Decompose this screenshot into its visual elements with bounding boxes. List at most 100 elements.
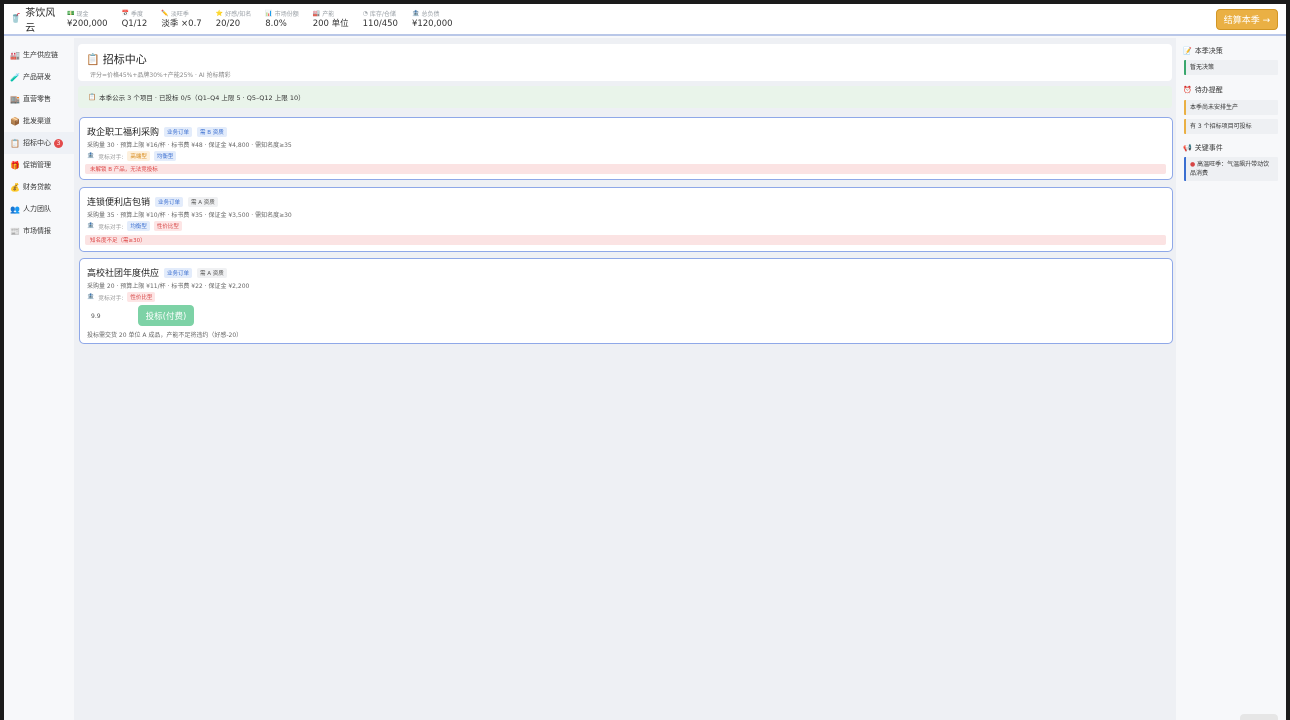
- section-title-text: 本季决策: [1194, 47, 1223, 55]
- sidebar-item-hr[interactable]: 👥 人力团队: [4, 198, 74, 220]
- bid-meta: 采购量 35 · 预算上限 ¥10/杯 · 标书费 ¥35 · 保证金 ¥3,5…: [87, 212, 292, 219]
- sidebar: 🏭 生产供应链 🧪 产品研发 🏬 直营零售 📦 批发渠道 📋 招标中心 3 🎁 …: [4, 38, 74, 720]
- shop-icon: 🏬: [10, 94, 20, 104]
- sidebar-item-wholesale[interactable]: 📦 批发渠道: [4, 110, 74, 132]
- tag-order-type: 业务订单: [164, 126, 193, 137]
- stat-inventory: ◔ 库存/仓储 110/450: [363, 9, 398, 30]
- bid-name: 高校社团年度供应: [87, 269, 160, 279]
- box-icon: 📦: [10, 116, 20, 126]
- competitor-row: 🏦 竞标对手: 性价比型: [87, 292, 156, 302]
- tag-requirement: 需 A 资质: [197, 267, 227, 278]
- clock-icon: ⏰: [1183, 86, 1192, 94]
- sidebar-item-market-intel[interactable]: 📰 市场情报: [4, 220, 74, 242]
- fire-icon: ●: [1190, 161, 1196, 168]
- competitor-tag: 高端型: [127, 151, 150, 161]
- end-season-button[interactable]: 结算本季 →: [1216, 9, 1278, 30]
- bid-title-row: 高校社团年度供应 业务订单 需 A 资质: [87, 266, 227, 279]
- stat-value: Q1/12: [121, 18, 148, 29]
- todo-item[interactable]: 有 3 个招标项目可投标: [1184, 119, 1278, 134]
- page-title-text: 招标中心: [102, 53, 147, 66]
- sidebar-item-label: 批发渠道: [23, 117, 51, 125]
- event-text: 高温旺季：气温飙升带动饮品消费: [1190, 161, 1270, 177]
- gauge-icon: ◔: [362, 9, 368, 17]
- stat-cash: 💵 现金 ¥200,000: [67, 9, 108, 30]
- main-content: 📋 招标中心 评分=价格45%+品牌30%+产能25% · AI 抢标精彩 📋 …: [74, 38, 1176, 720]
- sidebar-item-retail[interactable]: 🏬 直营零售: [4, 88, 74, 110]
- sidebar-item-label: 人力团队: [23, 205, 51, 213]
- stat-share: 📊 市场份额 8.0%: [265, 9, 299, 30]
- competitor-label: 竞标对手:: [98, 154, 124, 161]
- sidebar-item-promotion[interactable]: 🎁 促销管理: [4, 154, 74, 176]
- stat-quarter: 📅 季度 Q1/12: [122, 9, 148, 30]
- megaphone-icon: 📢: [1183, 144, 1192, 152]
- bank-icon: 🏦: [87, 153, 95, 159]
- notice-bar: 📋 本季公示 3 个项目 · 已投标 0/5（Q1–Q4 上限 5 · Q5–Q…: [78, 86, 1172, 108]
- sidebar-item-label: 生产供应链: [23, 51, 58, 59]
- stat-favor: ⭐ 好感/知名 20/20: [216, 9, 252, 30]
- tag-order-type: 业务订单: [164, 267, 193, 278]
- sidebar-item-label: 财务贷款: [23, 183, 51, 191]
- stat-label: 季度: [131, 10, 144, 18]
- flask-icon: 🧪: [10, 72, 20, 82]
- stat-season: ✏️ 淡旺季 淡季 ×0.7: [161, 9, 201, 30]
- gift-icon: 🎁: [10, 160, 20, 170]
- bid-title-row: 连锁便利店包销 业务订单 需 A 资质: [87, 195, 218, 208]
- sidebar-item-label: 招标中心: [23, 139, 51, 147]
- sidebar-item-supply-chain[interactable]: 🏭 生产供应链: [4, 44, 74, 66]
- stat-label: 好感/知名: [225, 10, 252, 18]
- bid-card: 高校社团年度供应 业务订单 需 A 资质 采购量 20 · 预算上限 ¥11/杯…: [79, 258, 1173, 344]
- decision-item: 暂无决策: [1184, 60, 1278, 75]
- bid-name: 政企职工福利采购: [87, 128, 160, 138]
- stat-value: ¥200,000: [67, 18, 108, 29]
- notice-text: 本季公示 3 个项目 · 已投标 0/5（Q1–Q4 上限 5 · Q5–Q12…: [99, 94, 305, 102]
- event-item: ● 高温旺季：气温飙升带动饮品消费: [1184, 157, 1278, 181]
- app-title: 茶饮风云: [25, 8, 56, 34]
- sidebar-item-label: 促销管理: [23, 161, 51, 169]
- stat-label: 产能: [322, 10, 335, 18]
- sidebar-item-rnd[interactable]: 🧪 产品研发: [4, 66, 74, 88]
- sidebar-item-label: 产品研发: [23, 73, 51, 81]
- cash-icon: 💵: [67, 9, 75, 17]
- competitor-tag: 均衡型: [127, 221, 150, 231]
- chart-icon: 📊: [265, 9, 273, 17]
- competitor-row: 🏦 竞标对手: 高端型 均衡型: [87, 151, 177, 161]
- sidebar-item-label: 市场情报: [23, 227, 51, 235]
- people-icon: 👥: [10, 204, 20, 214]
- clipboard-icon: 📋: [88, 93, 97, 101]
- brand: 🥤 茶饮风云: [4, 4, 64, 34]
- section-title-text: 待办提醒: [1194, 86, 1223, 94]
- sidebar-item-label: 直营零售: [23, 95, 51, 103]
- competitor-tag: 均衡型: [153, 151, 177, 161]
- bid-price-input[interactable]: [87, 307, 135, 325]
- stat-debt: 🏦 总负债 ¥120,000: [412, 9, 453, 30]
- todo-section-title: ⏰ 待办提醒: [1183, 85, 1223, 95]
- competitor-row: 🏦 竞标对手: 均衡型 性价比型: [87, 221, 182, 231]
- star-icon: ⭐: [215, 9, 224, 17]
- decision-section-title: 📝 本季决策: [1183, 46, 1223, 56]
- window-corner-mark: [1240, 714, 1278, 720]
- stat-value: 110/450: [362, 18, 398, 29]
- submit-bid-button[interactable]: 投标(付费): [138, 305, 194, 326]
- todo-item[interactable]: 本季尚未安排生产: [1184, 100, 1278, 115]
- right-panel: 📝 本季决策 暂无决策 ⏰ 待办提醒 本季尚未安排生产 有 3 个招标项目可投标…: [1178, 38, 1286, 720]
- bid-name: 连锁便利店包销: [87, 198, 151, 208]
- bid-title-row: 政企职工福利采购 业务订单 需 B 资质: [87, 125, 227, 138]
- clipboard-icon: 📋: [86, 52, 100, 66]
- stat-label: 市场份额: [274, 10, 299, 18]
- tag-requirement: 需 A 资质: [188, 196, 218, 207]
- bid-meta: 采购量 30 · 预算上限 ¥16/杯 · 标书费 ¥48 · 保证金 ¥4,8…: [87, 142, 292, 149]
- bank-icon: 🏦: [87, 223, 95, 229]
- tag-order-type: 业务订单: [155, 196, 184, 207]
- memo-icon: 📝: [1183, 47, 1192, 55]
- sidebar-item-bidding[interactable]: 📋 招标中心 3: [4, 132, 74, 154]
- factory-icon: 🏭: [312, 9, 321, 17]
- stat-value: 8.0%: [265, 18, 287, 29]
- event-section-title: 📢 关键事件: [1183, 143, 1223, 153]
- cup-icon: 🥤: [10, 14, 22, 24]
- count-badge: 3: [54, 138, 63, 148]
- calendar-icon: 📅: [121, 9, 130, 17]
- bank-icon: 🏦: [411, 9, 420, 17]
- sidebar-item-finance[interactable]: 💰 财务贷款: [4, 176, 74, 198]
- bid-meta: 采购量 20 · 预算上限 ¥11/杯 · 标书费 ¥22 · 保证金 ¥2,2…: [87, 283, 250, 290]
- bid-card: 连锁便利店包销 业务订单 需 A 资质 采购量 35 · 预算上限 ¥10/杯 …: [79, 187, 1173, 252]
